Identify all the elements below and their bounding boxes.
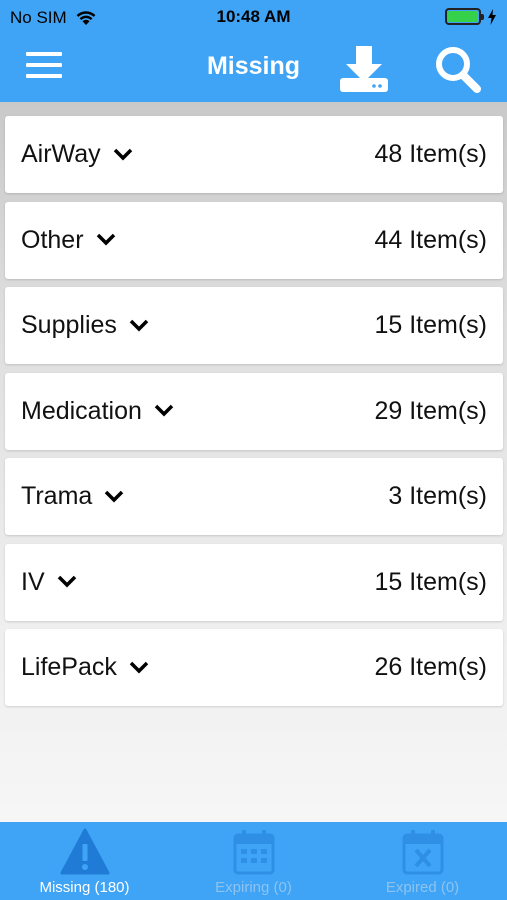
status-time: 10:48 AM: [216, 7, 291, 26]
category-row-airway[interactable]: AirWay 48 Item(s): [5, 116, 503, 193]
calendar-icon: [233, 830, 274, 875]
category-row-trama[interactable]: Trama 3 Item(s): [5, 458, 503, 535]
category-count: 48 Item(s): [374, 140, 487, 168]
chevron-down-icon: [129, 661, 149, 673]
status-bar: No SIM 10:48 AM: [0, 0, 507, 34]
category-name: Trama: [21, 482, 93, 510]
category-count: 29 Item(s): [374, 396, 487, 425]
tab-label: Expiring (0): [215, 879, 292, 896]
category-count: 15 Item(s): [374, 567, 487, 596]
tab-label: Expired (0): [385, 879, 460, 896]
tab-label: Missing (180): [39, 879, 130, 896]
category-list: AirWay 48 Item(s) Other 44 Item(s) Suppl…: [5, 116, 503, 715]
battery-icon: [445, 8, 484, 25]
category-count: 26 Item(s): [374, 653, 487, 681]
category-name: IV: [21, 567, 45, 596]
warning-icon: [60, 828, 109, 875]
search-icon: [436, 47, 481, 93]
tab-bar: Missing (180) Expiring (0) Expired (0): [0, 822, 507, 900]
battery-level: [448, 11, 478, 22]
status-right: [445, 8, 497, 25]
category-name: Supplies: [21, 311, 117, 339]
category-name: Other: [21, 225, 84, 254]
category-count: 3 Item(s): [388, 482, 487, 510]
tab-expired[interactable]: Expired (0): [338, 822, 507, 900]
category-count: 44 Item(s): [374, 225, 487, 254]
category-row-other[interactable]: Other 44 Item(s): [5, 201, 503, 279]
download-icon: [340, 46, 388, 92]
category-row-lifepack[interactable]: LifePack 26 Item(s): [5, 629, 503, 706]
chevron-down-icon: [105, 490, 124, 502]
category-name: AirWay: [21, 140, 101, 168]
chevron-down-icon: [96, 233, 115, 246]
category-count: 15 Item(s): [374, 311, 487, 339]
search-button[interactable]: [432, 44, 484, 94]
calendar-x-icon: [402, 830, 443, 875]
download-button[interactable]: [338, 44, 390, 94]
page-title: Missing: [206, 52, 301, 80]
nav-bar: Missing: [0, 34, 507, 102]
chevron-down-icon: [113, 148, 132, 160]
category-name: Medication: [21, 396, 142, 425]
charging-bolt-icon: [488, 8, 496, 25]
chevron-down-icon: [57, 575, 76, 588]
category-row-iv[interactable]: IV 15 Item(s): [5, 543, 503, 621]
category-row-supplies[interactable]: Supplies 15 Item(s): [5, 287, 503, 364]
tab-missing[interactable]: Missing (180): [0, 822, 169, 900]
tab-expiring[interactable]: Expiring (0): [169, 822, 338, 900]
category-row-medication[interactable]: Medication 29 Item(s): [5, 372, 503, 450]
content-area: AirWay 48 Item(s) Other 44 Item(s) Suppl…: [0, 102, 507, 822]
chevron-down-icon: [129, 319, 149, 331]
chevron-down-icon: [154, 404, 174, 417]
category-name: LifePack: [21, 653, 117, 681]
